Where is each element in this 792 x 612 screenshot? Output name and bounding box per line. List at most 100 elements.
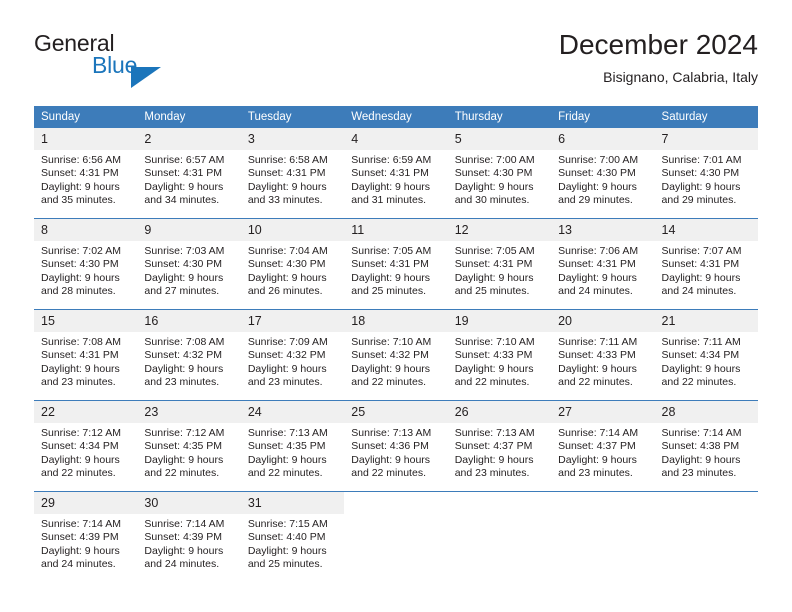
calendar-day-cell[interactable]: 15 Sunrise: 7:08 AM Sunset: 4:31 PM Dayligh… xyxy=(34,309,138,401)
sunrise-text: Sunrise: 7:04 AM xyxy=(247,245,328,257)
day-number: 26 xyxy=(447,401,552,423)
calendar-week-row: 22 Sunrise: 7:12 AM Sunset: 4:34 PM Dayligh… xyxy=(34,400,758,492)
day-sun-info: Sunrise: 7:11 AM Sunset: 4:33 PM Daylight:… xyxy=(551,332,654,390)
calendar-day-cell[interactable]: 7 Sunrise: 7:01 AM Sunset: 4:30 PM Daylight… xyxy=(654,128,758,219)
daylight-text-line2: and 23 minutes. xyxy=(661,467,737,480)
sunset-text: Sunset: 4:34 PM xyxy=(661,349,740,362)
day-sun-info xyxy=(344,514,447,518)
daylight-text-line2: and 34 minutes. xyxy=(144,194,220,207)
calendar-day-cell[interactable]: 30 Sunrise: 7:14 AM Sunset: 4:39 PM Dayligh… xyxy=(137,491,241,582)
calendar-day-cell[interactable]: 29 Sunrise: 7:14 AM Sunset: 4:39 PM Dayligh… xyxy=(34,491,138,582)
sunrise-text: Sunrise: 7:02 AM xyxy=(41,245,121,257)
day-sun-info: Sunrise: 7:06 AM Sunset: 4:31 PM Daylight:… xyxy=(551,241,654,299)
calendar-day-cell[interactable]: 24 Sunrise: 7:13 AM Sunset: 4:35 PM Dayligh… xyxy=(240,400,345,492)
weekday-header-wednesday: Wednesday xyxy=(344,106,448,128)
day-number: 14 xyxy=(654,219,758,241)
calendar-day-cell[interactable]: 3 Sunrise: 6:58 AM Sunset: 4:31 PM Daylight… xyxy=(240,128,345,219)
calendar-day-cell[interactable]: 21 Sunrise: 7:11 AM Sunset: 4:34 PM Dayligh… xyxy=(654,309,758,401)
day-sun-info: Sunrise: 7:14 AM Sunset: 4:39 PM Daylight:… xyxy=(34,514,137,572)
daylight-text-line1: Daylight: 9 hours xyxy=(351,453,431,466)
calendar-day-cell[interactable]: 4 Sunrise: 6:59 AM Sunset: 4:31 PM Daylight… xyxy=(344,128,448,219)
sunset-text: Sunset: 4:31 PM xyxy=(351,258,429,271)
sunset-text: Sunset: 4:33 PM xyxy=(558,349,636,362)
daylight-text-line2: and 25 minutes. xyxy=(351,285,426,298)
day-number: 29 xyxy=(34,492,138,514)
day-sun-info: Sunrise: 7:13 AM Sunset: 4:35 PM Daylight:… xyxy=(241,423,344,481)
sunrise-text: Sunrise: 7:13 AM xyxy=(351,427,432,439)
day-cell-inner: 19 Sunrise: 7:10 AM Sunset: 4:33 PM Dayligh… xyxy=(447,310,552,400)
calendar-day-cell[interactable]: 8 Sunrise: 7:02 AM Sunset: 4:30 PM Daylight… xyxy=(34,218,138,310)
daylight-text-line2: and 22 minutes. xyxy=(247,467,323,480)
daylight-text-line2: and 23 minutes. xyxy=(558,467,633,480)
day-cell-inner: 21 Sunrise: 7:11 AM Sunset: 4:34 PM Dayligh… xyxy=(654,310,758,400)
calendar-day-cell[interactable]: 1 Sunrise: 6:56 AM Sunset: 4:31 PM Daylight… xyxy=(34,128,138,219)
day-cell-inner: 26 Sunrise: 7:13 AM Sunset: 4:37 PM Dayligh… xyxy=(447,401,552,491)
sunrise-text: Sunrise: 7:03 AM xyxy=(144,245,225,257)
day-sun-info: Sunrise: 7:03 AM Sunset: 4:30 PM Daylight:… xyxy=(137,241,240,299)
daylight-text-line1: Daylight: 9 hours xyxy=(41,180,120,193)
calendar-day-cell[interactable]: 26 Sunrise: 7:13 AM Sunset: 4:37 PM Dayligh… xyxy=(447,400,552,492)
sunset-text: Sunset: 4:32 PM xyxy=(144,349,223,362)
calendar-day-cell[interactable]: 28 Sunrise: 7:14 AM Sunset: 4:38 PM Dayligh… xyxy=(654,400,758,492)
sunset-text: Sunset: 4:31 PM xyxy=(144,167,223,180)
sunrise-text: Sunrise: 7:07 AM xyxy=(661,245,742,257)
day-cell-inner: 20 Sunrise: 7:11 AM Sunset: 4:33 PM Dayligh… xyxy=(551,310,655,400)
calendar-day-cell[interactable]: 25 Sunrise: 7:13 AM Sunset: 4:36 PM Dayligh… xyxy=(344,400,448,492)
calendar-day-cell[interactable]: 17 Sunrise: 7:09 AM Sunset: 4:32 PM Dayligh… xyxy=(240,309,345,401)
calendar-day-cell[interactable]: 27 Sunrise: 7:14 AM Sunset: 4:37 PM Dayligh… xyxy=(551,400,655,492)
day-number: 20 xyxy=(551,310,655,332)
calendar-day-cell[interactable]: 12 Sunrise: 7:05 AM Sunset: 4:31 PM Dayligh… xyxy=(447,218,552,310)
day-cell-inner: 4 Sunrise: 6:59 AM Sunset: 4:31 PM Daylight… xyxy=(344,128,448,218)
sunset-text: Sunset: 4:34 PM xyxy=(41,440,119,453)
calendar-day-cell-empty xyxy=(344,491,448,582)
sunrise-text: Sunrise: 7:00 AM xyxy=(558,154,639,166)
day-cell-inner: 11 Sunrise: 7:05 AM Sunset: 4:31 PM Dayligh… xyxy=(344,219,448,309)
day-cell-inner: 3 Sunrise: 6:58 AM Sunset: 4:31 PM Daylight… xyxy=(240,128,345,218)
calendar-day-cell[interactable]: 5 Sunrise: 7:00 AM Sunset: 4:30 PM Daylight… xyxy=(447,128,552,219)
day-number: 23 xyxy=(137,401,241,423)
calendar-day-cell[interactable]: 19 Sunrise: 7:10 AM Sunset: 4:33 PM Dayligh… xyxy=(447,309,552,401)
day-cell-inner: 27 Sunrise: 7:14 AM Sunset: 4:37 PM Dayligh… xyxy=(551,401,655,491)
day-cell-inner: 9 Sunrise: 7:03 AM Sunset: 4:30 PM Daylight… xyxy=(137,219,241,309)
brand-logo[interactable]: General Blue xyxy=(34,28,274,90)
calendar-day-cell[interactable]: 14 Sunrise: 7:07 AM Sunset: 4:31 PM Dayligh… xyxy=(654,218,758,310)
day-sun-info: Sunrise: 7:02 AM Sunset: 4:30 PM Daylight:… xyxy=(34,241,137,299)
brand-name-blue: Blue xyxy=(92,52,138,78)
day-sun-info: Sunrise: 7:14 AM Sunset: 4:39 PM Daylight:… xyxy=(137,514,240,572)
calendar-day-cell[interactable]: 18 Sunrise: 7:10 AM Sunset: 4:32 PM Dayligh… xyxy=(344,309,448,401)
calendar-day-cell[interactable]: 13 Sunrise: 7:06 AM Sunset: 4:31 PM Dayligh… xyxy=(551,218,655,310)
calendar-day-cell[interactable]: 16 Sunrise: 7:08 AM Sunset: 4:32 PM Dayligh… xyxy=(137,309,241,401)
daylight-text-line2: and 22 minutes. xyxy=(454,376,530,389)
day-number: 6 xyxy=(551,128,655,150)
page-header: General Blue December 2024 Bisignano, Ca… xyxy=(34,28,758,94)
day-sun-info: Sunrise: 7:11 AM Sunset: 4:34 PM Daylight:… xyxy=(655,332,758,390)
day-cell-inner: 14 Sunrise: 7:07 AM Sunset: 4:31 PM Dayligh… xyxy=(654,219,758,309)
calendar-day-cell[interactable]: 10 Sunrise: 7:04 AM Sunset: 4:30 PM Dayligh… xyxy=(240,218,345,310)
day-number: 30 xyxy=(137,492,241,514)
calendar-week-row: 15 Sunrise: 7:08 AM Sunset: 4:31 PM Dayligh… xyxy=(34,309,758,401)
sunset-text: Sunset: 4:30 PM xyxy=(454,167,533,180)
calendar-day-cell[interactable]: 31 Sunrise: 7:15 AM Sunset: 4:40 PM Dayligh… xyxy=(240,491,345,582)
day-cell-inner: 8 Sunrise: 7:02 AM Sunset: 4:30 PM Daylight… xyxy=(34,219,138,309)
day-number: 16 xyxy=(137,310,241,332)
day-sun-info: Sunrise: 7:08 AM Sunset: 4:31 PM Daylight:… xyxy=(34,332,137,390)
calendar-day-cell[interactable]: 11 Sunrise: 7:05 AM Sunset: 4:31 PM Dayligh… xyxy=(344,218,448,310)
calendar-day-cell[interactable]: 9 Sunrise: 7:03 AM Sunset: 4:30 PM Daylight… xyxy=(137,218,241,310)
calendar-day-cell[interactable]: 22 Sunrise: 7:12 AM Sunset: 4:34 PM Dayligh… xyxy=(34,400,138,492)
calendar-day-cell[interactable]: 23 Sunrise: 7:12 AM Sunset: 4:35 PM Dayligh… xyxy=(137,400,241,492)
sunset-text: Sunset: 4:30 PM xyxy=(661,167,740,180)
day-number: 15 xyxy=(34,310,138,332)
daylight-text-line1: Daylight: 9 hours xyxy=(661,362,741,375)
calendar-day-cell[interactable]: 6 Sunrise: 7:00 AM Sunset: 4:30 PM Daylight… xyxy=(551,128,655,219)
calendar-day-cell[interactable]: 2 Sunrise: 6:57 AM Sunset: 4:31 PM Daylight… xyxy=(137,128,241,219)
sunset-text: Sunset: 4:40 PM xyxy=(247,531,326,544)
day-number: 4 xyxy=(344,128,448,150)
day-number: 2 xyxy=(137,128,241,150)
day-cell-inner: 16 Sunrise: 7:08 AM Sunset: 4:32 PM Dayligh… xyxy=(137,310,241,400)
sunset-text: Sunset: 4:37 PM xyxy=(558,440,636,453)
title-block: December 2024 Bisignano, Calabria, Italy xyxy=(559,28,758,87)
daylight-text-line1: Daylight: 9 hours xyxy=(144,362,224,375)
sunrise-text: Sunrise: 7:13 AM xyxy=(454,427,535,439)
sunset-text: Sunset: 4:30 PM xyxy=(558,167,636,180)
calendar-day-cell[interactable]: 20 Sunrise: 7:11 AM Sunset: 4:33 PM Dayligh… xyxy=(551,309,655,401)
